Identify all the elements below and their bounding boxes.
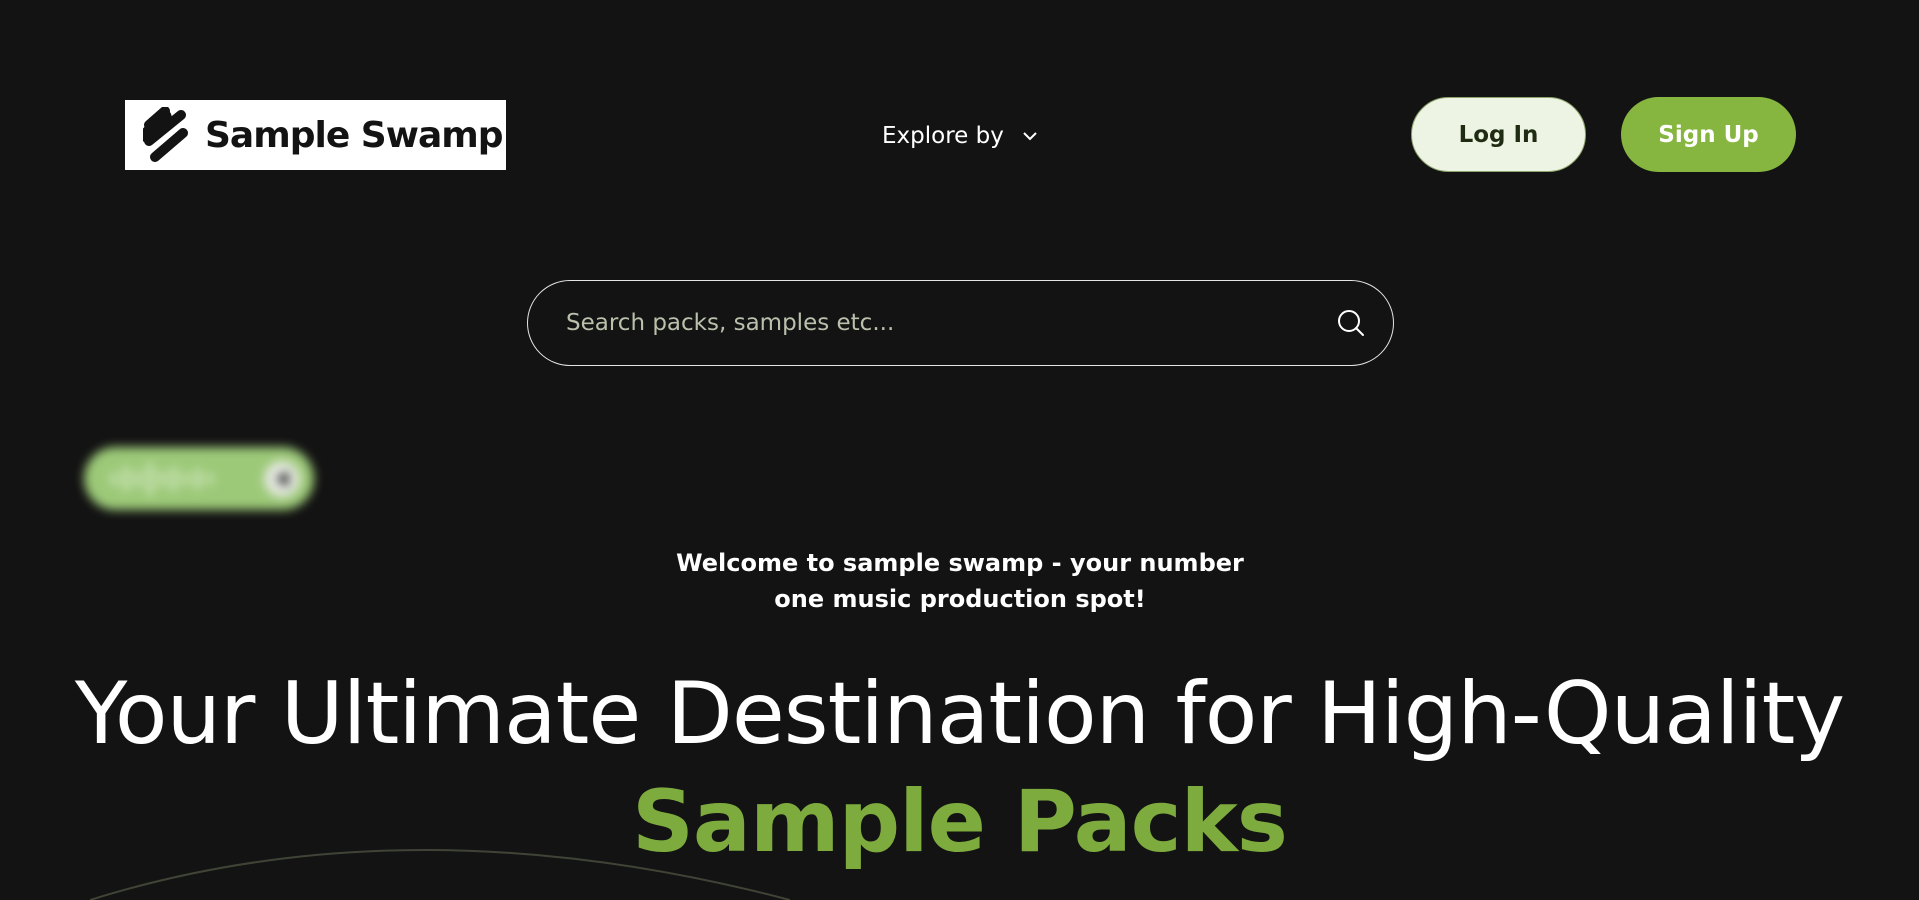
logo[interactable]: Sample Swamp: [125, 100, 506, 170]
chevron-down-icon: [1023, 132, 1037, 141]
logo-text: Sample Swamp: [205, 114, 504, 156]
sample-swamp-logo-icon: [143, 107, 188, 162]
explore-by-label: Explore by: [882, 123, 1004, 149]
search-icon[interactable]: [1335, 307, 1367, 339]
signup-button[interactable]: Sign Up: [1621, 97, 1796, 172]
hero-headline-main: Your Ultimate Destination for High-Quali…: [74, 664, 1845, 764]
login-button[interactable]: Log In: [1411, 97, 1586, 172]
decorative-arc: [90, 849, 790, 900]
search-input[interactable]: [564, 309, 1335, 337]
audio-preview-player[interactable]: [84, 447, 314, 510]
search-bar: [527, 280, 1394, 366]
welcome-text: Welcome to sample swamp - your number on…: [676, 549, 1244, 613]
explore-by-menu[interactable]: Explore by: [882, 118, 1038, 154]
play-icon[interactable]: [264, 461, 300, 497]
waveform-icon: [111, 462, 213, 495]
